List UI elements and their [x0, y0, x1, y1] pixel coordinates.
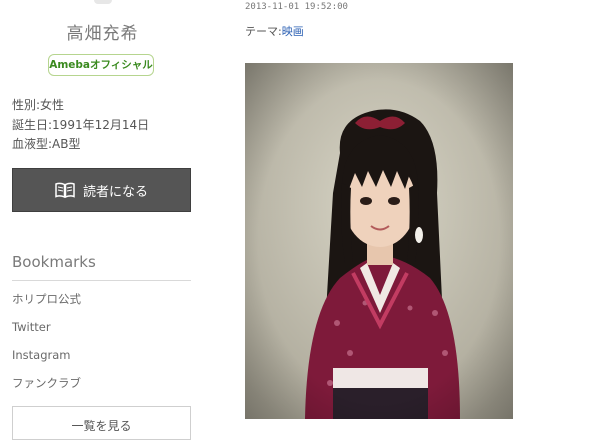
profile-birthday: 誕生日:1991年12月14日	[12, 117, 150, 132]
follow-reader-button[interactable]: 読者になる	[12, 168, 191, 212]
bookmarks-heading: Bookmarks	[12, 253, 96, 271]
bookmark-link-instagram[interactable]: Instagram	[12, 346, 81, 374]
bookmarks-divider	[12, 280, 191, 281]
official-badge: Amebaオフィシャル	[48, 54, 154, 76]
profile-info: 性別:女性 誕生日:1991年12月14日 血液型:AB型	[12, 96, 149, 155]
post-theme: テーマ:映画	[245, 23, 304, 39]
post-theme-label: テーマ:	[245, 25, 282, 38]
bookmark-link-twitter[interactable]: Twitter	[12, 318, 81, 346]
post-theme-link[interactable]: 映画	[282, 25, 304, 38]
post-photo[interactable]	[245, 63, 513, 419]
blog-title[interactable]: 高畑充希	[0, 19, 205, 44]
post-date: 2013-11-01 19:52:00	[245, 2, 348, 12]
follow-reader-label: 読者になる	[82, 184, 148, 200]
profile-gender: 性別:女性	[12, 98, 65, 112]
book-icon	[55, 182, 75, 198]
bookmark-link-horipro[interactable]: ホリプロ公式	[12, 290, 81, 318]
sidebar: 高畑充希 Amebaオフィシャル 性別:女性 誕生日:1991年12月14日 血…	[0, 0, 205, 440]
profile-avatar-edge	[94, 0, 112, 4]
bookmark-link-fanclub[interactable]: ファンクラブ	[12, 374, 81, 402]
profile-blood-type: 血液型:AB型	[12, 137, 81, 151]
bookmarks-more-button[interactable]: 一覧を見る	[12, 406, 191, 440]
bookmarks-list: ホリプロ公式 Twitter Instagram ファンクラブ	[12, 290, 81, 402]
post-content: 2013-11-01 19:52:00 テーマ:映画	[245, 0, 600, 430]
